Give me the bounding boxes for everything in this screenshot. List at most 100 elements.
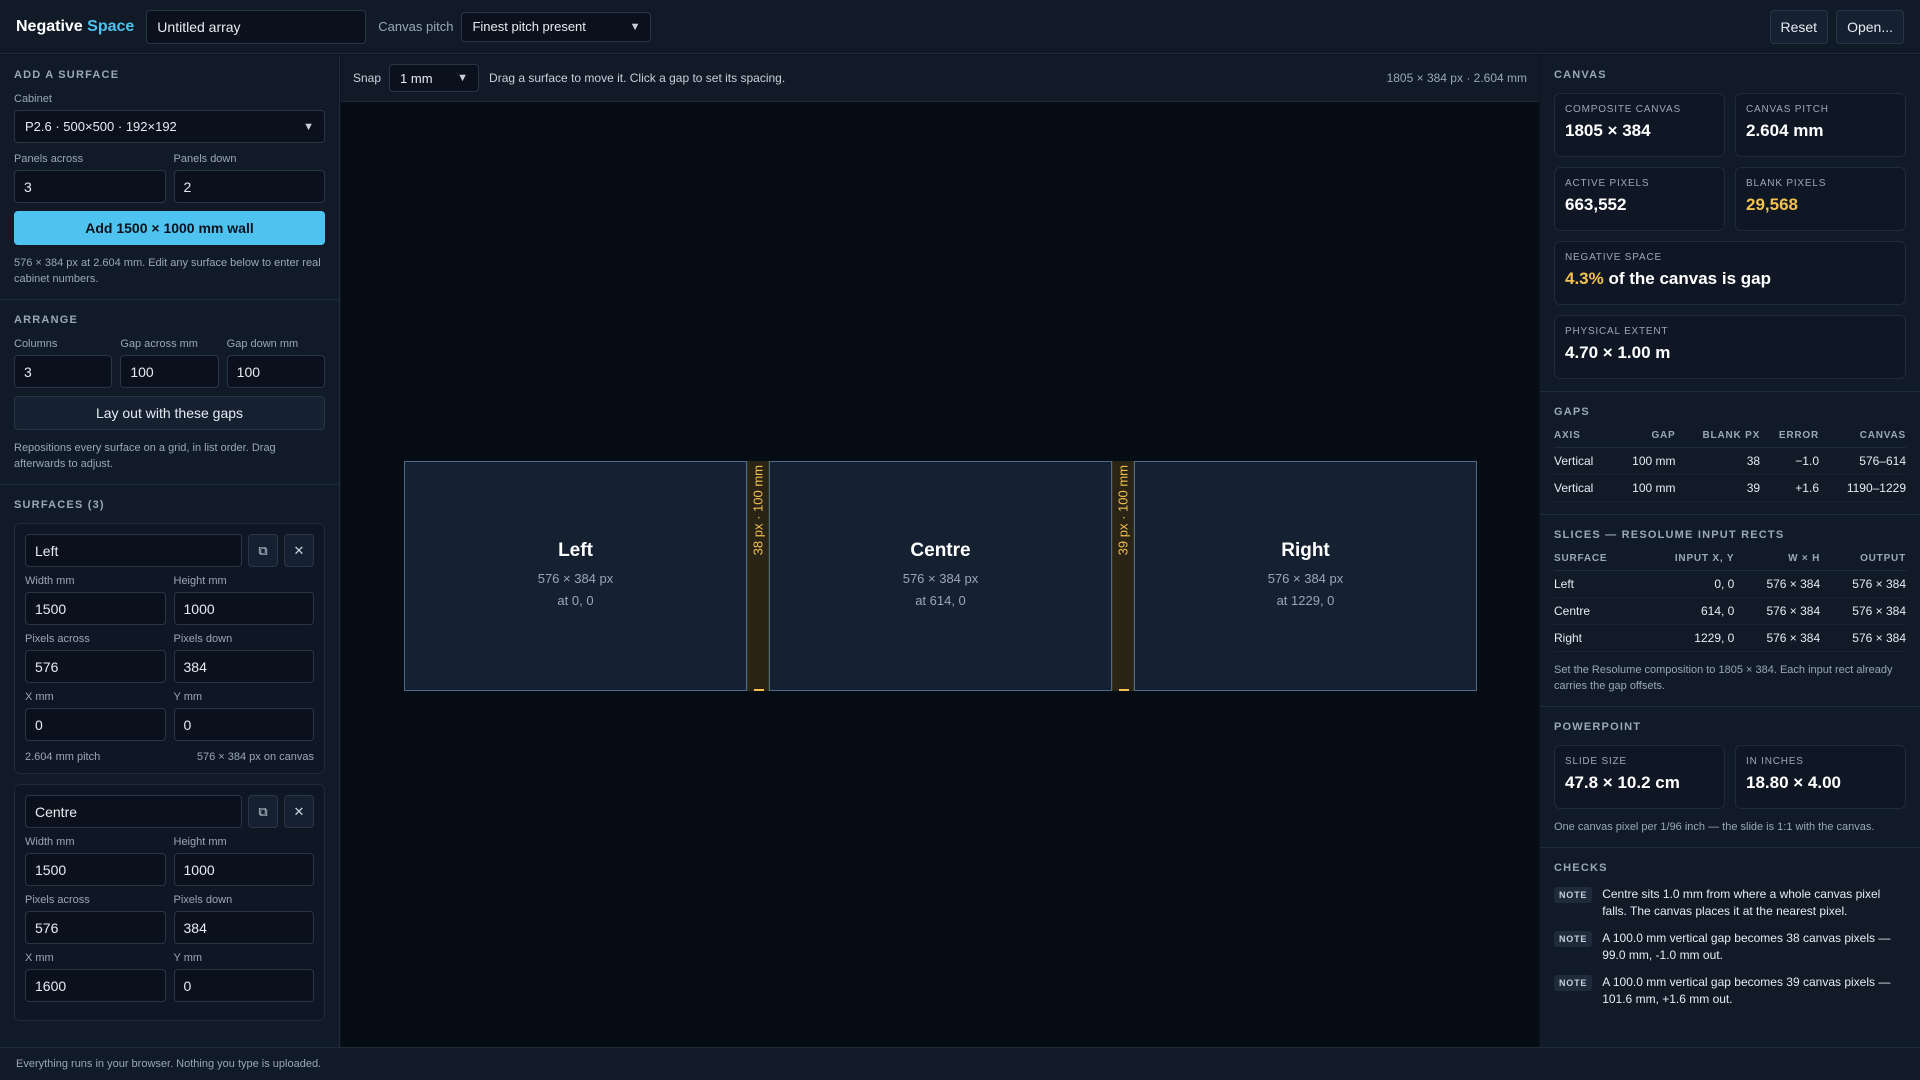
panels-down-field: Panels down 2 [173, 153, 325, 203]
px-down-label: Pixels down [173, 633, 233, 645]
duplicate-icon[interactable]: ⧉ [248, 534, 278, 567]
table-cell: 576 × 384 [1820, 597, 1906, 625]
duplicate-icon[interactable]: ⧉ [248, 795, 278, 828]
x-input[interactable]: 1600 [25, 969, 166, 1002]
y-input[interactable]: 0 [173, 969, 314, 1002]
columns-field: Columns 3 [14, 338, 113, 388]
x-label: X mm [25, 691, 54, 703]
right-sidebar: CANVAS COMPOSITE CANVAS 1805 × 384 CANVA… [1540, 55, 1920, 1047]
px-across-label: Pixels across [25, 633, 90, 645]
y-input[interactable]: 0 [173, 708, 314, 741]
px-down-field: Pixels down 384 [173, 894, 314, 944]
layout-button[interactable]: Lay out with these gaps [14, 396, 325, 430]
section-title: ARRANGE [14, 314, 79, 326]
gap-down-input[interactable]: 100 [226, 355, 325, 388]
y-field: Y mm 0 [173, 952, 314, 1002]
panels-down-label: Panels down [173, 153, 237, 165]
chevron-down-icon: ▼ [457, 72, 469, 84]
columns-input[interactable]: 3 [14, 355, 113, 388]
surface-card-left: Left ⧉ ✕ Width mm 1500 Height mm 1000 Pi… [14, 523, 325, 774]
surface-right[interactable]: Right 576 × 384 px at 1229, 0 [1134, 461, 1477, 691]
close-icon[interactable]: ✕ [284, 534, 314, 567]
surface-left[interactable]: Left 576 × 384 px at 0, 0 [404, 461, 747, 691]
close-icon[interactable]: ✕ [284, 795, 314, 828]
project-title-input[interactable]: Untitled array [146, 9, 367, 44]
stat-value: 4.3% of the canvas is gap [1565, 269, 1895, 289]
surface-size: 576 × 384 px [1267, 571, 1344, 586]
surface-name-input[interactable]: Left [25, 534, 242, 567]
surface-name: Centre [910, 540, 971, 561]
table-cell: 576–614 [1819, 447, 1906, 475]
slices-section: SLICES — RESOLUME INPUT RECTS SURFACE IN… [1540, 515, 1920, 707]
panels-down-input[interactable]: 2 [173, 170, 325, 203]
gap-marker [754, 689, 764, 691]
canvas-pitch-select[interactable]: Finest pitch present ▼ [461, 11, 652, 42]
table-header: GAP [1611, 430, 1676, 448]
table-header: OUTPUT [1820, 553, 1906, 571]
slices-table: SURFACE INPUT X, Y W × H OUTPUT Left 0, … [1554, 553, 1906, 652]
add-wall-button[interactable]: Add 1500 × 1000 mm wall [14, 211, 325, 245]
check-note: NOTE A 100.0 mm vertical gap becomes 39 … [1554, 974, 1906, 1008]
check-note: NOTE A 100.0 mm vertical gap becomes 38 … [1554, 930, 1906, 964]
px-down-input[interactable]: 384 [173, 911, 314, 944]
px-down-field: Pixels down 384 [173, 633, 314, 683]
canvas-meta: 1805 × 384 px · 2.604 mm [1386, 71, 1527, 85]
px-down-input[interactable]: 384 [173, 650, 314, 683]
surface-position: at 0, 0 [557, 593, 594, 608]
table-cell: Left [1554, 570, 1640, 598]
open-button[interactable]: Open... [1836, 9, 1904, 44]
width-input[interactable]: 1500 [25, 592, 166, 625]
gap-label: 38 px · 100 mm [750, 465, 766, 556]
surface-name: Right [1281, 540, 1330, 561]
table-cell: Right [1554, 624, 1640, 652]
stat-value: 18.80 × 4.00 [1746, 773, 1842, 792]
width-input[interactable]: 1500 [25, 853, 166, 886]
panels-across-input[interactable]: 3 [14, 170, 166, 203]
stat-value: 4.70 × 1.00 m [1565, 343, 1671, 362]
x-input[interactable]: 0 [25, 708, 166, 741]
table-cell: 576 × 384 [1734, 597, 1821, 625]
section-title: ADD A SURFACE [14, 69, 120, 81]
snap-select[interactable]: 1 mm ▼ [389, 64, 480, 92]
stat-value: 663,552 [1565, 195, 1627, 214]
table-cell: Vertical [1554, 447, 1612, 475]
gap-down-field: Gap down mm 100 [226, 338, 325, 388]
gap-across-input[interactable]: 100 [120, 355, 219, 388]
canvas-note: 576 × 384 px on canvas [196, 751, 314, 763]
height-input[interactable]: 1000 [173, 592, 314, 625]
cabinet-select[interactable]: P2.6 · 500×500 · 192×192 ▼ [14, 110, 325, 143]
y-label: Y mm [173, 691, 203, 703]
table-header: BLANK PX [1675, 430, 1761, 448]
note-badge: NOTE [1554, 931, 1593, 947]
table-header: AXIS [1554, 430, 1612, 448]
stat-value: 2.604 mm [1746, 121, 1824, 140]
table-row: Left 0, 0 576 × 384 576 × 384 [1554, 570, 1906, 598]
height-input[interactable]: 1000 [173, 853, 314, 886]
columns-label: Columns [14, 338, 58, 350]
gap-2[interactable]: 39 px · 100 mm [1112, 461, 1134, 691]
y-label: Y mm [173, 952, 203, 964]
card-footer: 2.604 mm pitch 576 × 384 px on canvas [25, 749, 314, 763]
note-text: A 100.0 mm vertical gap becomes 39 canva… [1602, 975, 1891, 1006]
pixels-row: Pixels across 576 Pixels down 384 [25, 633, 314, 683]
stat-grid: SLIDE SIZE 47.8 × 10.2 cm IN INCHES 18.8… [1554, 745, 1906, 809]
table-cell: 39 [1675, 474, 1761, 502]
width-field: Width mm 1500 [25, 575, 166, 625]
table-cell: 576 × 384 [1734, 624, 1821, 652]
add-surface-section: ADD A SURFACE Cabinet P2.6 · 500×500 · 1… [0, 55, 339, 300]
px-across-input[interactable]: 576 [25, 911, 166, 944]
width-label: Width mm [25, 575, 75, 587]
surface-centre[interactable]: Centre 576 × 384 px at 614, 0 [769, 461, 1112, 691]
surface-name-input[interactable]: Centre [25, 795, 242, 828]
position-row: X mm 0 Y mm 0 [25, 691, 314, 741]
px-across-input[interactable]: 576 [25, 650, 166, 683]
canvas-hint: Drag a surface to move it. Click a gap t… [489, 71, 786, 85]
reset-button[interactable]: Reset [1769, 9, 1829, 44]
gap-1[interactable]: 38 px · 100 mm [747, 461, 769, 691]
table-cell: 38 [1675, 447, 1761, 475]
canvas-area: Snap 1 mm ▼ Drag a surface to move it. C… [341, 55, 1539, 1047]
checks-section: CHECKS NOTE Centre sits 1.0 mm from wher… [1540, 848, 1920, 1030]
gap-across-field: Gap across mm 100 [120, 338, 219, 388]
canvas-stage: Left 576 × 384 px at 0, 0 38 px · 100 mm… [404, 461, 1477, 691]
gap-label: 39 px · 100 mm [1115, 465, 1131, 556]
